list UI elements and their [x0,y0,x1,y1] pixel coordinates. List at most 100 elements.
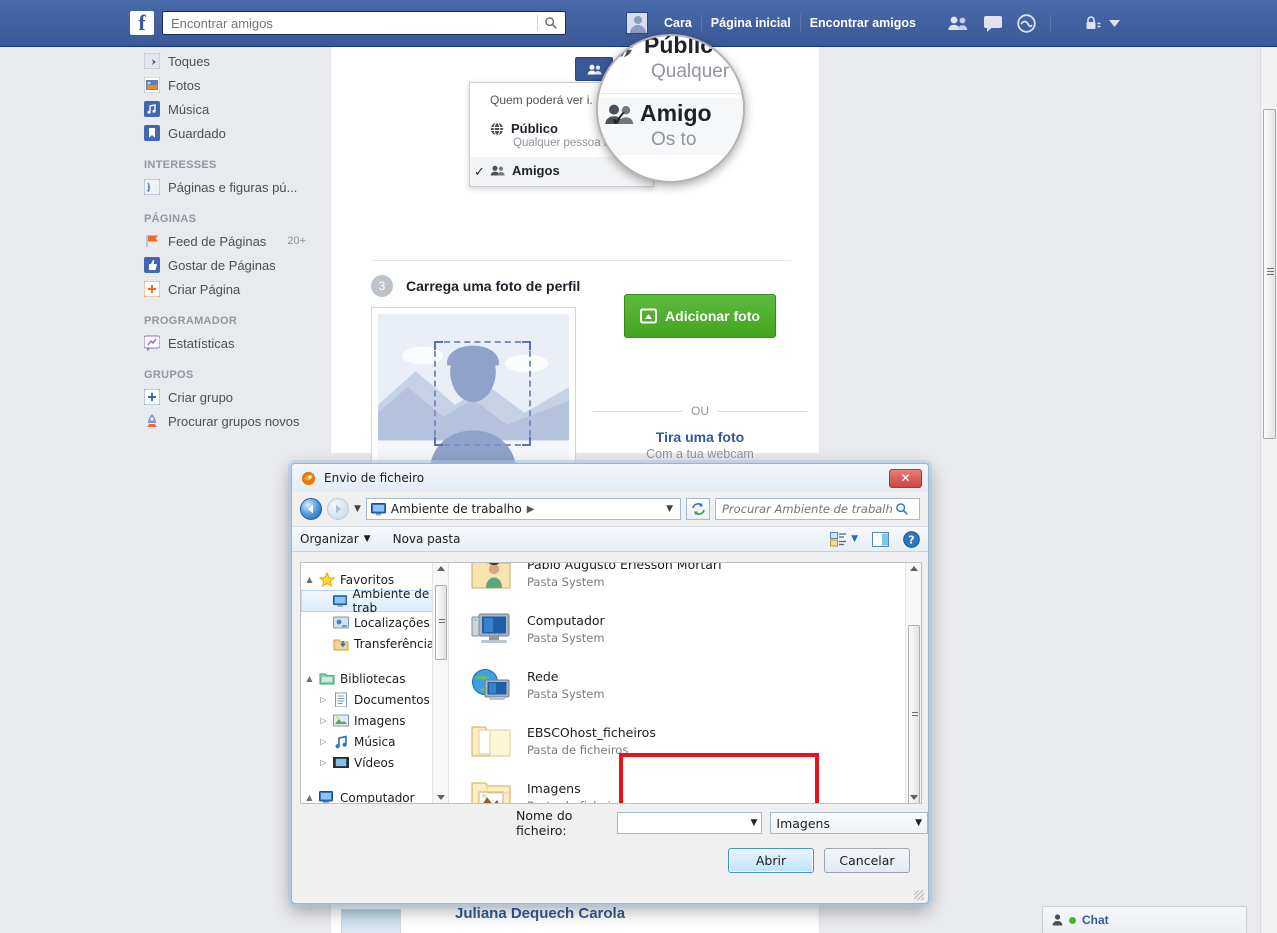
search-input[interactable] [169,13,539,33]
tree-item-1[interactable]: Ambiente de trab [301,587,448,615]
sidebar-item-label: Estatísticas [168,335,235,351]
crop-handle-tr[interactable] [522,341,531,350]
folder-icon [471,726,511,757]
navigation-tree-rows: ▲ Favoritos Ambiente de trab Localizações Tr… [301,569,448,803]
scroll-down-arrow-icon[interactable] [437,795,445,800]
take-photo-link[interactable]: Tira uma foto [593,429,807,445]
chat-bar[interactable]: Chat [1042,906,1247,933]
search-bar[interactable] [162,11,566,35]
tree-item-8[interactable]: ▷ Música [301,731,448,752]
photo-placeholder-image [378,314,569,474]
close-icon[interactable]: ✕ [889,468,922,488]
search-icon[interactable] [895,502,909,516]
profile-photo-preview[interactable] [371,307,576,481]
filetype-select[interactable]: Imagens ▼ [770,812,928,834]
tree-twisty-icon[interactable]: ▷ [319,758,328,767]
file-list-item[interactable]: Computador Pasta System [449,601,905,657]
sidebar-item-0-0[interactable]: Páginas e figuras pú... [130,175,330,199]
filename-input[interactable]: ▼ [616,812,763,834]
breadcrumb-separator-icon[interactable]: ▶ [527,504,535,515]
dialog-search-box[interactable] [715,498,920,520]
add-photo-button[interactable]: Adicionar foto [624,294,776,338]
file-list-item[interactable]: EBSCOhost_ficheiros Pasta de ficheiros [449,713,905,769]
sidebar-item-2-0[interactable]: Estatísticas [130,331,330,355]
tree-item-6[interactable]: ▷ Documentos [301,689,448,710]
help-icon[interactable]: ? [903,530,920,548]
resize-grip[interactable] [914,890,924,900]
open-button[interactable]: Abrir [728,848,814,873]
dialog-search-input[interactable] [720,501,895,517]
notifications-icon[interactable] [1017,13,1036,33]
sidebar-item-3-1[interactable]: Procurar grupos novos [130,409,330,433]
chevron-down-icon[interactable]: ▼ [915,818,922,828]
sidebar-item-toques[interactable]: Toques [130,49,330,73]
nav-find-friends[interactable]: Encontrar amigos [801,16,925,30]
messages-icon[interactable] [983,15,1003,32]
facebook-logo[interactable]: f [130,11,154,35]
organize-label: Organizar [300,532,359,546]
view-mode-button[interactable]: ▼ [830,531,858,547]
tree-item-11[interactable]: ▲ Computador [301,787,448,803]
account-menu-caret-icon[interactable] [1108,19,1120,27]
tree-twisty-icon[interactable]: ▲ [305,575,314,584]
sidebar-item-guardado[interactable]: Guardado [130,121,330,145]
forward-arrow-icon[interactable] [327,498,349,520]
search-icon[interactable] [544,16,558,30]
tree-item-9[interactable]: ▷ Vídeos [301,752,448,773]
chevron-down-icon[interactable]: ▼ [750,818,757,828]
file-list-item[interactable]: Rede Pasta System [449,657,905,713]
avatar[interactable] [626,12,648,34]
privacy-shortcuts-icon[interactable] [1085,15,1101,31]
sidebar-item-label: Toques [168,53,210,69]
file-list-scrollbar-thumb[interactable] [908,625,920,803]
friend-requests-icon[interactable] [947,15,969,31]
address-caret-icon[interactable]: ▼ [666,504,676,514]
tree-item-3[interactable]: Transferências [301,633,448,654]
tree-item-5[interactable]: ▲ Bibliotecas [301,668,448,689]
dialog-title-bar[interactable]: Envio de ficheiro ✕ [292,464,928,492]
crop-selection-box[interactable] [434,341,531,446]
sidebar-item-música[interactable]: Música [130,97,330,121]
nav-home[interactable]: Página inicial [702,16,800,30]
tree-scrollbar-thumb[interactable] [435,585,447,660]
sidebar-item-fotos[interactable]: Fotos [130,73,330,97]
file-upload-dialog: Envio de ficheiro ✕ ▼ Ambiente de trabal… [291,463,929,904]
crop-handle-br[interactable] [522,437,531,446]
new-folder-button[interactable]: Nova pasta [393,532,461,546]
scroll-up-arrow-icon[interactable] [910,566,918,571]
cancel-button[interactable]: Cancelar [824,848,910,873]
sidebar-item-1-2[interactable]: Criar Página [130,277,330,301]
nav-profile-name[interactable]: Cara [655,16,701,30]
sidebar-item-count: 20+ [287,235,306,247]
refresh-icon[interactable] [686,498,710,520]
back-arrow-icon[interactable] [300,498,322,520]
pictures-icon [333,714,349,727]
history-caret-icon[interactable]: ▼ [354,504,361,514]
page-scrollbar[interactable] [1260,47,1277,933]
tree-twisty-icon[interactable]: ▷ [319,737,328,746]
tree-twisty-icon[interactable]: ▷ [319,716,328,725]
file-list-item[interactable]: Imagens Pasta de ficheiros [449,769,905,803]
tree-twisty-icon[interactable]: ▷ [319,695,328,704]
file-list-item[interactable]: Pablo Augusto Eriesson Mortari Pasta Syst… [449,563,905,601]
scroll-up-arrow-icon[interactable] [437,566,445,571]
discover-groups-icon [147,414,157,427]
preview-pane-icon[interactable] [872,531,889,547]
crop-handle-bl[interactable] [434,437,443,446]
documents-icon [335,692,347,707]
organize-button[interactable]: Organizar ▼ [300,532,371,546]
sidebar-item-1-0[interactable]: Feed de Páginas 20+ [130,229,330,253]
page-scrollbar-thumb[interactable] [1263,109,1276,439]
scroll-down-arrow-icon[interactable] [910,795,918,800]
tree-scrollbar[interactable] [432,563,448,803]
sidebar-top-items: Toques Fotos Música Guardado [130,49,330,145]
tree-twisty-icon[interactable]: ▲ [305,674,314,683]
sidebar-item-1-1[interactable]: Gostar de Páginas [130,253,330,277]
address-bar[interactable]: Ambiente de trabalho ▶ ▼ [365,498,681,520]
sidebar-item-3-0[interactable]: Criar grupo [130,385,330,409]
tree-item-2[interactable]: Localizações [301,612,448,633]
tree-twisty-icon[interactable]: ▲ [305,793,314,802]
file-list-scrollbar[interactable] [905,563,921,803]
tree-item-7[interactable]: ▷ Imagens [301,710,448,731]
crop-handle-tl[interactable] [434,341,443,350]
